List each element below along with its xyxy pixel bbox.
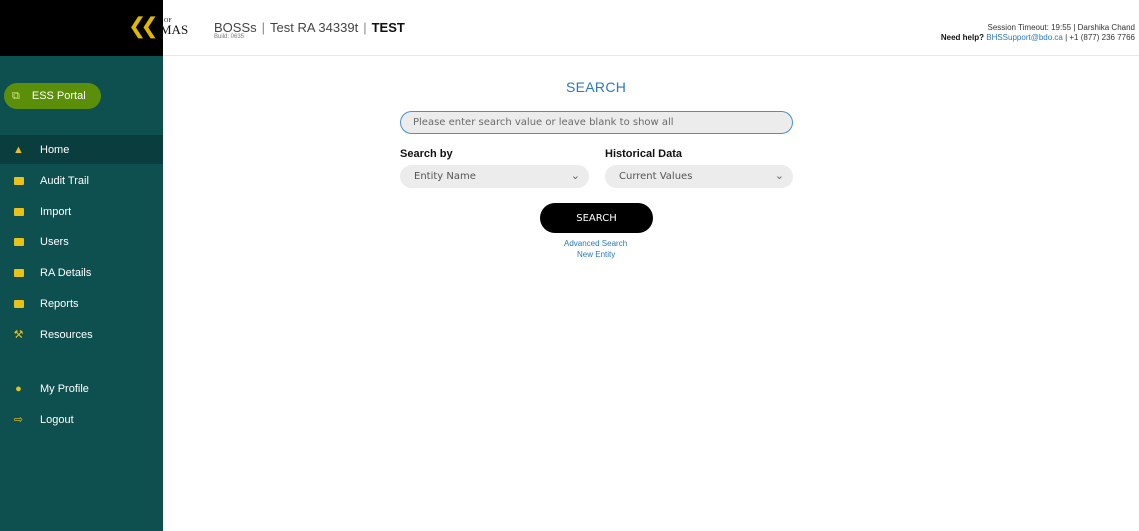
sidebar: ⧉ ESS Portal ▲ Home Audit Trail Import U… [0,56,163,531]
app-window: ❮❮ OF MAS BOSSs | Test RA 34339t | TEST Buil… [0,0,1139,531]
search-by-value: Entity Name [414,171,476,182]
home-icon: ▲ [13,143,24,156]
historical-data-select[interactable]: Current Values ⌄ [605,165,793,188]
audit-trail-icon [12,174,25,187]
page-title: SEARCH [566,79,627,95]
help-label: Need help? [940,33,984,42]
sidebar-item-users[interactable]: Users [0,227,163,256]
top-header: ❮❮ OF MAS BOSSs | Test RA 34339t | TEST Buil… [0,0,1139,56]
session-info: Session Timeout: 19:55 | Darshika Chand [987,23,1136,32]
sidebar-item-label: Import [40,205,72,218]
sidebar-item-label: Home [40,143,70,156]
logo-block: ❮❮ [0,0,163,56]
sidebar-item-my-profile[interactable]: ● My Profile [0,374,163,403]
sidebar-item-label: Audit Trail [40,174,89,187]
ess-portal-button[interactable]: ⧉ ESS Portal [4,83,101,109]
sidebar-item-audit-trail[interactable]: Audit Trail [0,166,163,195]
help-info: Need help? BHSSupport@bdo.ca | +1 (877) … [941,33,1135,42]
sidebar-item-home[interactable]: ▲ Home [0,135,163,164]
sidebar-item-label: RA Details [40,266,92,279]
advanced-search-link[interactable]: Advanced Search [564,239,627,248]
external-link-icon: ⧉ [12,89,20,102]
logout-icon: ⇨ [13,414,24,426]
search-by-label: Search by [400,148,453,160]
profile-icon: ● [15,382,22,395]
sidebar-item-logout[interactable]: ⇨ Logout [0,405,163,434]
sidebar-item-label: Resources [40,328,93,341]
search-by-select[interactable]: Entity Name ⌄ [400,165,589,188]
sidebar-item-reports[interactable]: Reports [0,289,163,318]
reports-icon [12,297,25,310]
chevron-down-icon: ⌄ [570,169,580,182]
sidebar-item-label: Logout [40,413,74,426]
chevron-down-icon: ⌄ [774,169,784,182]
logo-text: MAS [160,22,189,37]
sidebar-item-ra-details[interactable]: RA Details [0,258,163,287]
sidebar-item-label: My Profile [40,382,89,395]
import-icon [12,205,25,218]
collapse-sidebar-icon[interactable]: ❮❮ [128,16,159,38]
search-input[interactable] [400,111,793,134]
sidebar-item-label: Reports [40,297,79,310]
new-entity-link[interactable]: New Entity [577,250,615,259]
sidebar-item-import[interactable]: Import [0,197,163,226]
historical-data-value: Current Values [619,171,693,182]
app-title: BOSSs | Test RA 34339t | TEST [214,20,405,35]
build-number: Build: 0635 [214,34,245,40]
ra-name: Test RA 34339t [270,20,359,35]
help-phone: | +1 (877) 236 7766 [1065,33,1135,42]
historical-data-label: Historical Data [605,148,683,160]
users-icon [12,235,25,248]
help-email-link[interactable]: BHSSupport@bdo.ca [986,33,1063,42]
tools-icon: ⚒ [13,329,24,341]
environment-label: TEST [371,20,405,35]
sidebar-item-label: Users [40,235,69,248]
ra-details-icon [12,266,25,279]
search-button[interactable]: SEARCH [540,203,653,233]
app-name: BOSSs [214,20,257,35]
sidebar-item-resources[interactable]: ⚒ Resources [0,320,163,349]
ess-portal-label: ESS Portal [31,90,86,102]
